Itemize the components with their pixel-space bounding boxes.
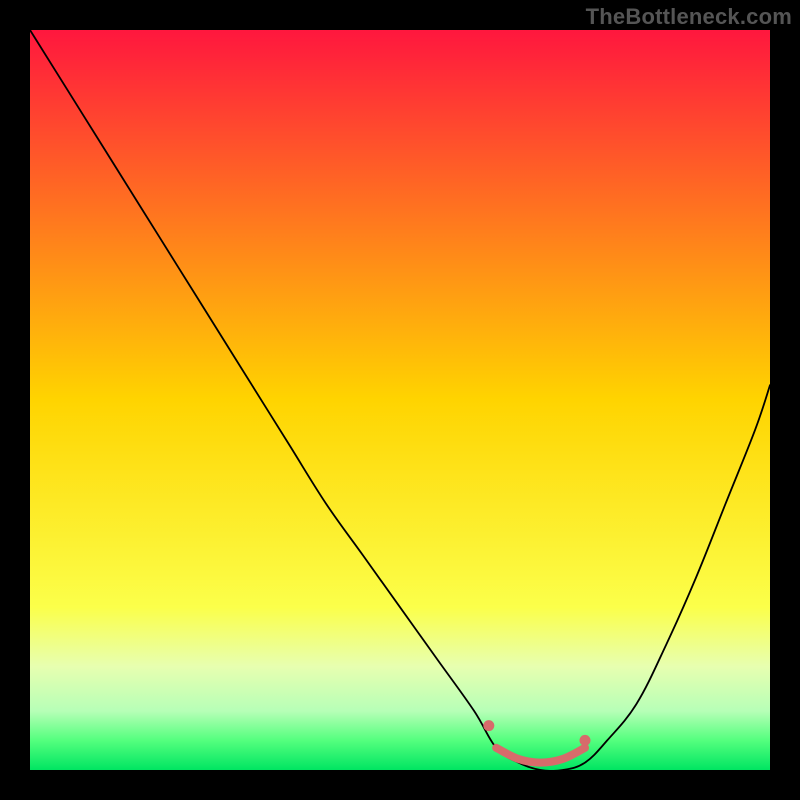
chart-container: TheBottleneck.com — [0, 0, 800, 800]
chart-svg — [30, 30, 770, 770]
watermark-label: TheBottleneck.com — [586, 4, 792, 30]
plot-area — [30, 30, 770, 770]
flat-region-left — [483, 720, 494, 731]
flat-region-right — [580, 735, 591, 746]
